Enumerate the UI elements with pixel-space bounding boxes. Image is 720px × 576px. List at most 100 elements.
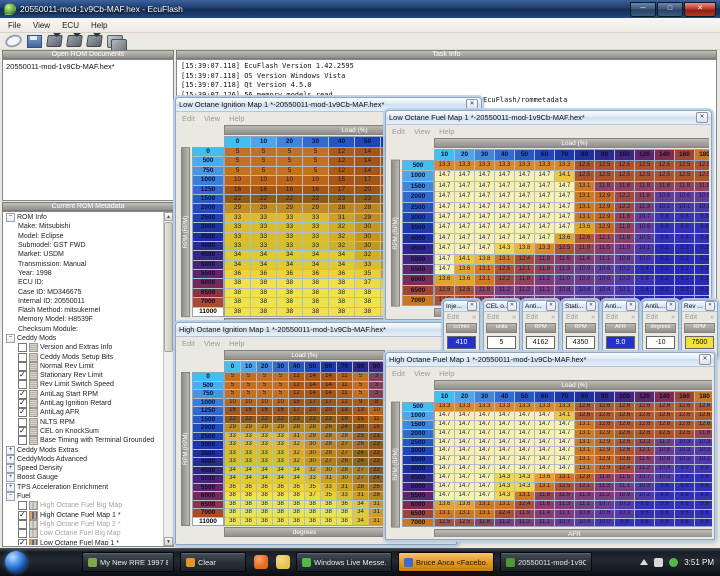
map-cell[interactable]: 14.7	[475, 430, 494, 438]
map-cell[interactable]: 28	[321, 433, 336, 441]
map-cell[interactable]: 38	[251, 308, 276, 316]
map-cell[interactable]: 34	[289, 467, 304, 475]
map-cell[interactable]: 36	[225, 484, 240, 492]
map-cell[interactable]: 12.2	[495, 275, 514, 284]
map-cell[interactable]: 38	[321, 501, 336, 509]
col-header[interactable]: 20	[257, 362, 272, 372]
row-header[interactable]: 6500	[403, 286, 433, 295]
map-menu-edit[interactable]: Edit	[606, 314, 618, 321]
map-cell[interactable]: 38	[277, 279, 302, 287]
map-cell[interactable]: 38	[355, 289, 380, 297]
map-cell[interactable]: 10.3	[675, 447, 694, 455]
map-cell[interactable]: 9.2	[675, 255, 694, 264]
map-cell[interactable]: 10.8	[555, 286, 574, 295]
map-cell[interactable]: 12.5	[595, 171, 614, 180]
map-cell[interactable]: 12.6	[615, 412, 634, 420]
map-cell[interactable]: 13.3	[435, 161, 454, 170]
map-cell[interactable]: 38	[273, 501, 288, 509]
map-cell[interactable]: 9.6	[635, 519, 654, 527]
row-header[interactable]: 4000	[193, 458, 223, 466]
map-cell[interactable]: 32	[305, 467, 320, 475]
map-cell[interactable]: 11.3	[555, 501, 574, 509]
map-cell[interactable]: 10.7	[555, 519, 574, 527]
row-header[interactable]: 1250	[193, 407, 223, 415]
map-cell[interactable]: 9.4	[635, 286, 654, 295]
map-cell[interactable]: 14.7	[435, 439, 454, 447]
map-cell[interactable]: 12.5	[695, 171, 709, 180]
map-cell[interactable]: 33	[225, 441, 240, 449]
map-cell[interactable]: 13.6	[575, 223, 594, 232]
map-cell[interactable]: 14	[355, 157, 380, 165]
map-cell[interactable]: 10.8	[655, 456, 674, 464]
row-header[interactable]: 2500	[193, 433, 223, 441]
map-cell[interactable]: 5	[225, 382, 240, 390]
map-cell[interactable]: 38	[225, 289, 250, 297]
map-cell[interactable]: 11	[337, 373, 352, 381]
map-cell[interactable]: 33	[225, 242, 250, 250]
col-header[interactable]: 30	[273, 362, 288, 372]
col-header[interactable]: 20	[277, 137, 302, 147]
map-cell[interactable]: 11.8	[535, 265, 554, 274]
map-menu-edit[interactable]: Edit	[646, 314, 658, 321]
map-cell[interactable]: 33	[225, 458, 240, 466]
map-cell[interactable]: 14.7	[495, 203, 514, 212]
unchecked-checkbox[interactable]	[18, 343, 27, 352]
map-cell[interactable]: 22	[273, 416, 288, 424]
col-header[interactable]: 120	[635, 150, 654, 160]
map-menu-view[interactable]: View	[204, 114, 220, 123]
map-cell[interactable]: 13.3	[455, 161, 474, 170]
map-cell[interactable]: 9.6	[695, 492, 712, 500]
map-cell[interactable]: 22	[225, 416, 240, 424]
map-cell[interactable]: 32	[289, 450, 304, 458]
map-cell[interactable]: 33	[305, 475, 320, 483]
map-cell[interactable]: 13.6	[555, 234, 574, 243]
map-cell[interactable]: 10.0	[595, 519, 614, 527]
map-cell[interactable]: 14.7	[455, 412, 474, 420]
map-cell[interactable]: 10.3	[615, 275, 634, 284]
map-cell[interactable]: 34	[225, 261, 250, 269]
map-cell[interactable]: 13.1	[495, 255, 514, 264]
menu-help[interactable]: Help	[91, 21, 107, 30]
scroll-down-icon[interactable]: ▼	[164, 537, 173, 546]
map-cell[interactable]: 14.7	[435, 465, 454, 473]
map-cell[interactable]: 14.7	[535, 465, 554, 473]
map-menu-edit[interactable]: Edit	[182, 114, 195, 123]
map-cell[interactable]: 34	[303, 261, 328, 269]
map-cell[interactable]: 9.8	[635, 275, 654, 284]
row-header[interactable]: 6500	[193, 501, 223, 509]
col-header[interactable]: 50	[515, 392, 534, 402]
map-cell[interactable]: 12.5	[635, 171, 654, 180]
map-cell[interactable]: 14.7	[535, 234, 554, 243]
tree-row[interactable]: Memory Model: H8539F	[4, 315, 163, 324]
row-header[interactable]: 5000	[403, 255, 433, 264]
start-orb[interactable]	[5, 551, 27, 573]
map-cell[interactable]: 12.5	[615, 161, 634, 170]
map-cell[interactable]: 38	[241, 501, 256, 509]
map-cell[interactable]: 12.6	[595, 412, 614, 420]
map-cell[interactable]: 34	[289, 475, 304, 483]
map-cell[interactable]: 14.7	[455, 223, 474, 232]
map-cell[interactable]: 38	[225, 492, 240, 500]
tree-row[interactable]: Internal ID: 20550011	[4, 297, 163, 306]
map-cell[interactable]: 9.6	[635, 501, 654, 509]
map-cell[interactable]: 9.9	[695, 465, 712, 473]
map-cell[interactable]: 11.8	[475, 519, 494, 527]
map-cell[interactable]: 33	[273, 433, 288, 441]
map-cell[interactable]: 11.3	[635, 203, 654, 212]
map-cell[interactable]: 24	[337, 424, 352, 432]
map-cell[interactable]: 14.7	[475, 474, 494, 482]
map-cell[interactable]: 28	[329, 204, 354, 212]
map-cell[interactable]: 36	[251, 270, 276, 278]
map-cell[interactable]: 9.2	[675, 244, 694, 253]
map-cell[interactable]: 28	[289, 424, 304, 432]
col-header[interactable]: 0	[225, 362, 240, 372]
map-cell[interactable]: 10	[225, 176, 250, 184]
map-cell[interactable]: 14.7	[535, 439, 554, 447]
expand-icon[interactable]: +	[6, 464, 15, 473]
map-cell[interactable]: 13.8	[475, 255, 494, 264]
map-cell[interactable]: 13.1	[575, 421, 594, 429]
map-cell[interactable]: 20	[353, 424, 368, 432]
tree-row[interactable]: Submodel: GST FWD	[4, 241, 163, 250]
map-cell[interactable]: 14.7	[435, 255, 454, 264]
tree-row[interactable]: Year: 1998	[4, 269, 163, 278]
